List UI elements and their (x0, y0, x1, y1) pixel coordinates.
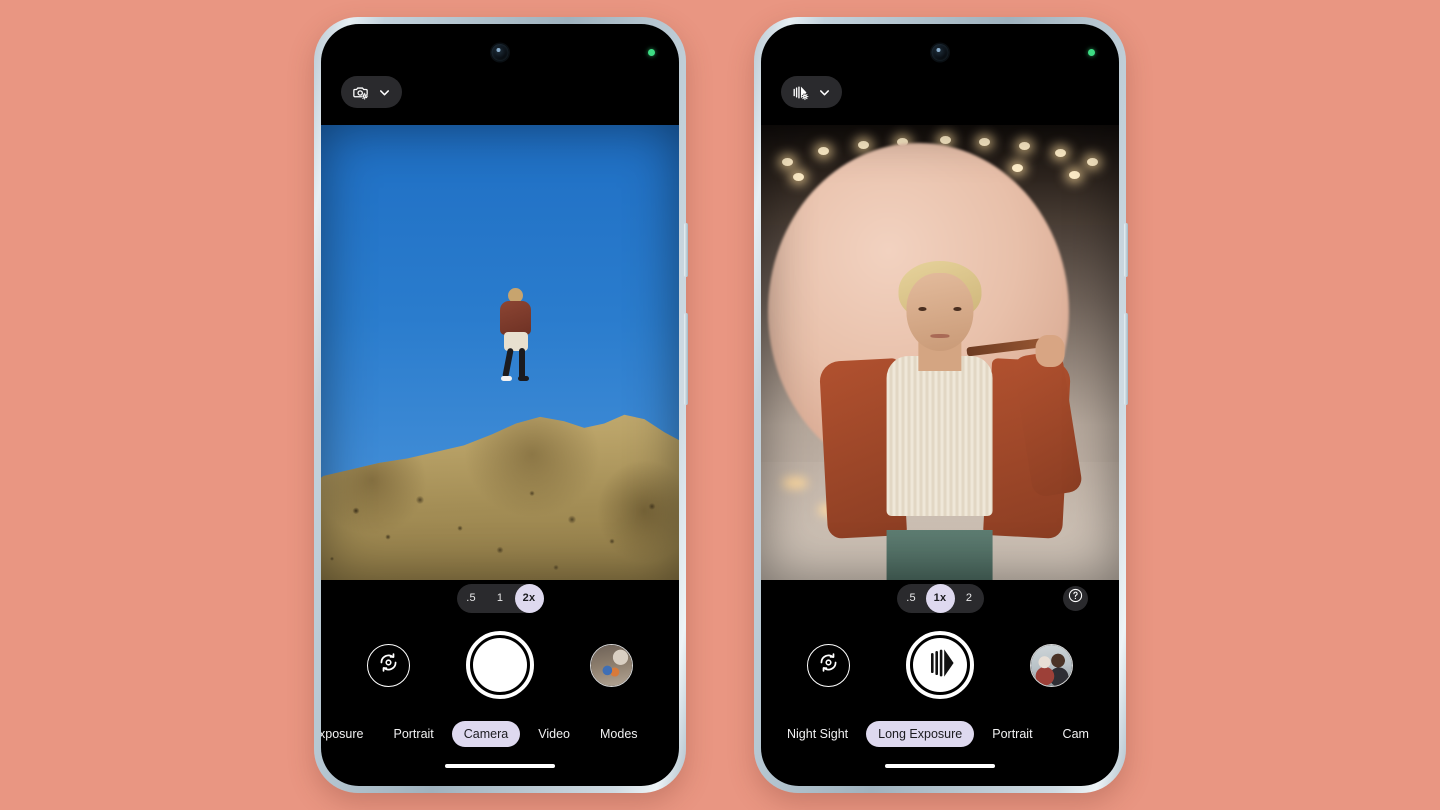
mode-strip-right[interactable]: Night Sight Long Exposure Portrait Cam (761, 718, 1119, 750)
mode-item-1[interactable]: Long Exposure (866, 721, 975, 747)
camera-settings-icon (351, 83, 370, 102)
viewfinder-right[interactable] (761, 125, 1119, 580)
zoom-chip-0[interactable]: .5 (897, 584, 926, 613)
mode-item-0[interactable]: xposure (321, 721, 375, 747)
zoom-row-left: .5 1 2x (321, 583, 679, 613)
camera-flip-button[interactable] (807, 643, 850, 687)
zoom-chip-2[interactable]: 2 (955, 584, 984, 613)
phone-right: .5 1x 2 Night Sight Long Exposure Portra… (754, 17, 1128, 793)
privacy-indicator-dot (648, 49, 655, 56)
help-button[interactable] (1063, 585, 1088, 611)
phone-left: .5 1 2x xposure Portrait Camera Video Mo… (314, 17, 688, 793)
shutter-row-left (321, 622, 679, 708)
mode-item-2[interactable]: Portrait (980, 721, 1044, 747)
front-camera-icon (491, 44, 509, 61)
zoom-row-right: .5 1x 2 (761, 583, 1119, 613)
shutter-button-right[interactable] (906, 631, 974, 699)
shutter-core (913, 638, 967, 692)
zoom-chip-0[interactable]: .5 (457, 584, 486, 613)
mode-item-1[interactable]: Portrait (381, 721, 445, 747)
shutter-core (473, 638, 527, 692)
subject-portrait (808, 225, 1084, 580)
long-exposure-settings-icon (791, 83, 810, 102)
chevron-down-icon (817, 85, 832, 100)
camera-settings-pill-left[interactable] (341, 76, 402, 108)
front-camera-icon (931, 44, 949, 61)
privacy-indicator-dot (1088, 49, 1095, 56)
subject-climber (495, 287, 537, 381)
volume-button[interactable] (1124, 313, 1128, 405)
mode-item-3[interactable]: Video (526, 721, 582, 747)
long-exposure-shutter-icon (920, 643, 960, 688)
camera-flip-icon (377, 651, 400, 679)
home-indicator-left[interactable] (445, 764, 555, 768)
home-indicator-right[interactable] (885, 764, 995, 768)
mode-strip-inner: Night Sight Long Exposure Portrait Cam (775, 721, 1101, 747)
power-button[interactable] (1124, 223, 1128, 277)
gallery-thumbnail-left[interactable] (590, 643, 633, 687)
long-exposure-settings-pill-right[interactable] (781, 76, 842, 108)
help-circle-icon (1067, 587, 1084, 609)
viewfinder-left[interactable] (321, 125, 679, 580)
zoom-control-group: .5 1x 2 (896, 583, 984, 613)
chevron-down-icon (377, 85, 392, 100)
zoom-chip-1[interactable]: 1 (486, 584, 515, 613)
mode-strip-inner: xposure Portrait Camera Video Modes (321, 721, 650, 747)
power-button[interactable] (684, 223, 688, 277)
phone-left-screen: .5 1 2x xposure Portrait Camera Video Mo… (321, 24, 679, 786)
gallery-thumbnail-right[interactable] (1030, 643, 1073, 687)
volume-button[interactable] (684, 313, 688, 405)
mode-item-2[interactable]: Camera (451, 721, 521, 747)
zoom-chip-2[interactable]: 2x (514, 583, 544, 613)
camera-flip-icon (817, 651, 840, 679)
mode-item-3[interactable]: Cam (1051, 721, 1101, 747)
phone-right-screen: .5 1x 2 Night Sight Long Exposure Portra… (761, 24, 1119, 786)
mode-strip-left[interactable]: xposure Portrait Camera Video Modes (321, 718, 679, 750)
phones-stage: .5 1 2x xposure Portrait Camera Video Mo… (0, 0, 1440, 810)
zoom-control-group: .5 1 2x (456, 583, 544, 613)
shutter-button-left[interactable] (466, 631, 534, 699)
mode-item-4[interactable]: Modes (588, 721, 650, 747)
portrait-scene (761, 125, 1119, 580)
camera-flip-button[interactable] (367, 643, 410, 687)
mode-item-0[interactable]: Night Sight (775, 721, 860, 747)
shutter-row-right (761, 622, 1119, 708)
zoom-chip-1[interactable]: 1x (925, 583, 955, 613)
